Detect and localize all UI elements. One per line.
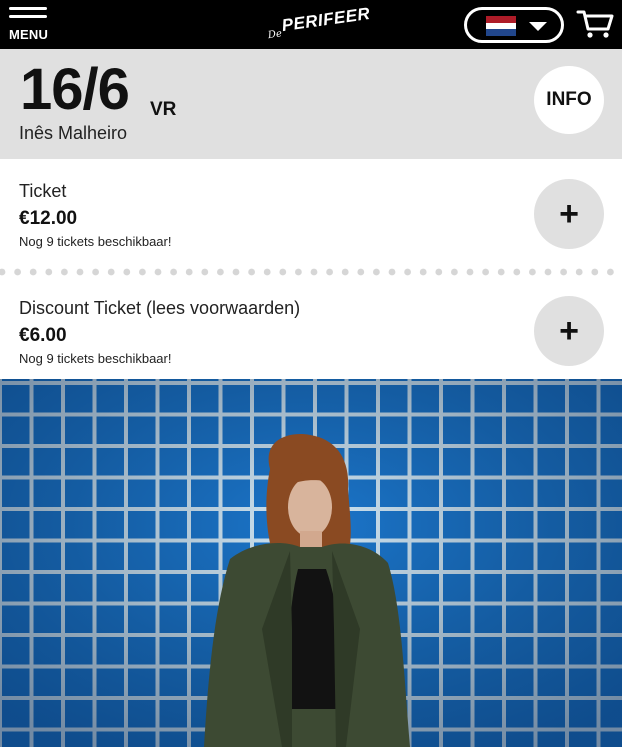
separator-dot (45, 268, 53, 276)
ticket-availability: Nog 9 tickets beschikbaar! (19, 234, 172, 249)
separator-dot (435, 268, 443, 276)
separator-dot (185, 268, 193, 276)
ticket-name: Discount Ticket (lees voorwaarden) (19, 298, 301, 318)
separator-dot (232, 268, 240, 276)
dotted-separator (0, 268, 614, 276)
separator-dot (310, 268, 318, 276)
event-header: 16/6 VR Inês Malheiro INFO (0, 49, 622, 159)
logo[interactable]: De PERIFEER (260, 0, 371, 51)
menu-label: MENU (9, 27, 49, 42)
separator-dot (451, 268, 458, 276)
separator-dot (123, 268, 131, 276)
language-select[interactable] (464, 7, 564, 43)
separator-dot (419, 268, 427, 276)
event-weekday: VR (150, 99, 177, 120)
separator-dot (326, 268, 333, 276)
event-photo (0, 379, 622, 747)
top-navbar: MENU De PERIFEER (0, 0, 622, 49)
separator-dot (357, 268, 365, 276)
separator-dot (263, 268, 271, 276)
ticket-price: €12.00 (19, 208, 78, 229)
separator-dot (513, 268, 521, 276)
nl-flag-icon (486, 16, 516, 36)
chevron-down-icon (529, 22, 547, 31)
separator-dot (575, 268, 583, 276)
hamburger-icon (9, 7, 49, 18)
separator-dot (248, 268, 256, 276)
ticket-row: Discount Ticket (lees voorwaarden) €6.00… (0, 279, 622, 379)
separator-dot (170, 268, 178, 276)
separator-dot (497, 268, 505, 276)
separator-dot (529, 268, 536, 276)
separator-dot (76, 268, 84, 276)
menu-button[interactable]: MENU (9, 7, 49, 43)
separator-dot (544, 268, 552, 276)
separator-dot (373, 268, 380, 276)
cart-icon[interactable] (576, 9, 614, 39)
separator-dot (107, 268, 115, 276)
event-date: 16/6 (20, 57, 130, 122)
separator-dot (560, 268, 567, 276)
ticket-availability: Nog 9 tickets beschikbaar! (19, 351, 172, 366)
separator-dot (139, 268, 146, 276)
separator-dot (92, 268, 99, 276)
ticket-price: €6.00 (19, 325, 67, 346)
add-ticket-button[interactable]: + (534, 179, 604, 249)
separator-dot (279, 268, 287, 276)
logo-prefix: De (267, 28, 283, 42)
separator-dot (29, 268, 37, 276)
separator-dot (154, 268, 162, 276)
separator-dot (295, 268, 302, 276)
separator-dot (607, 268, 614, 276)
separator-dot (591, 268, 599, 276)
info-button[interactable]: INFO (534, 66, 604, 134)
separator-dot (217, 268, 224, 276)
separator-dot (61, 268, 68, 276)
separator-dot (388, 268, 396, 276)
separator-dot (0, 268, 6, 276)
ticket-row: Ticket €12.00 Nog 9 tickets beschikbaar!… (0, 159, 622, 265)
separator-dot (466, 268, 474, 276)
add-ticket-button[interactable]: + (534, 296, 604, 366)
event-artist: Inês Malheiro (19, 123, 128, 143)
separator-dot (341, 268, 349, 276)
logo-name: PERIFEER (280, 3, 372, 36)
separator-dot (14, 268, 21, 276)
separator-dot (404, 268, 411, 276)
separator-dot (482, 268, 489, 276)
separator-dot (201, 268, 209, 276)
ticket-name: Ticket (19, 181, 67, 201)
